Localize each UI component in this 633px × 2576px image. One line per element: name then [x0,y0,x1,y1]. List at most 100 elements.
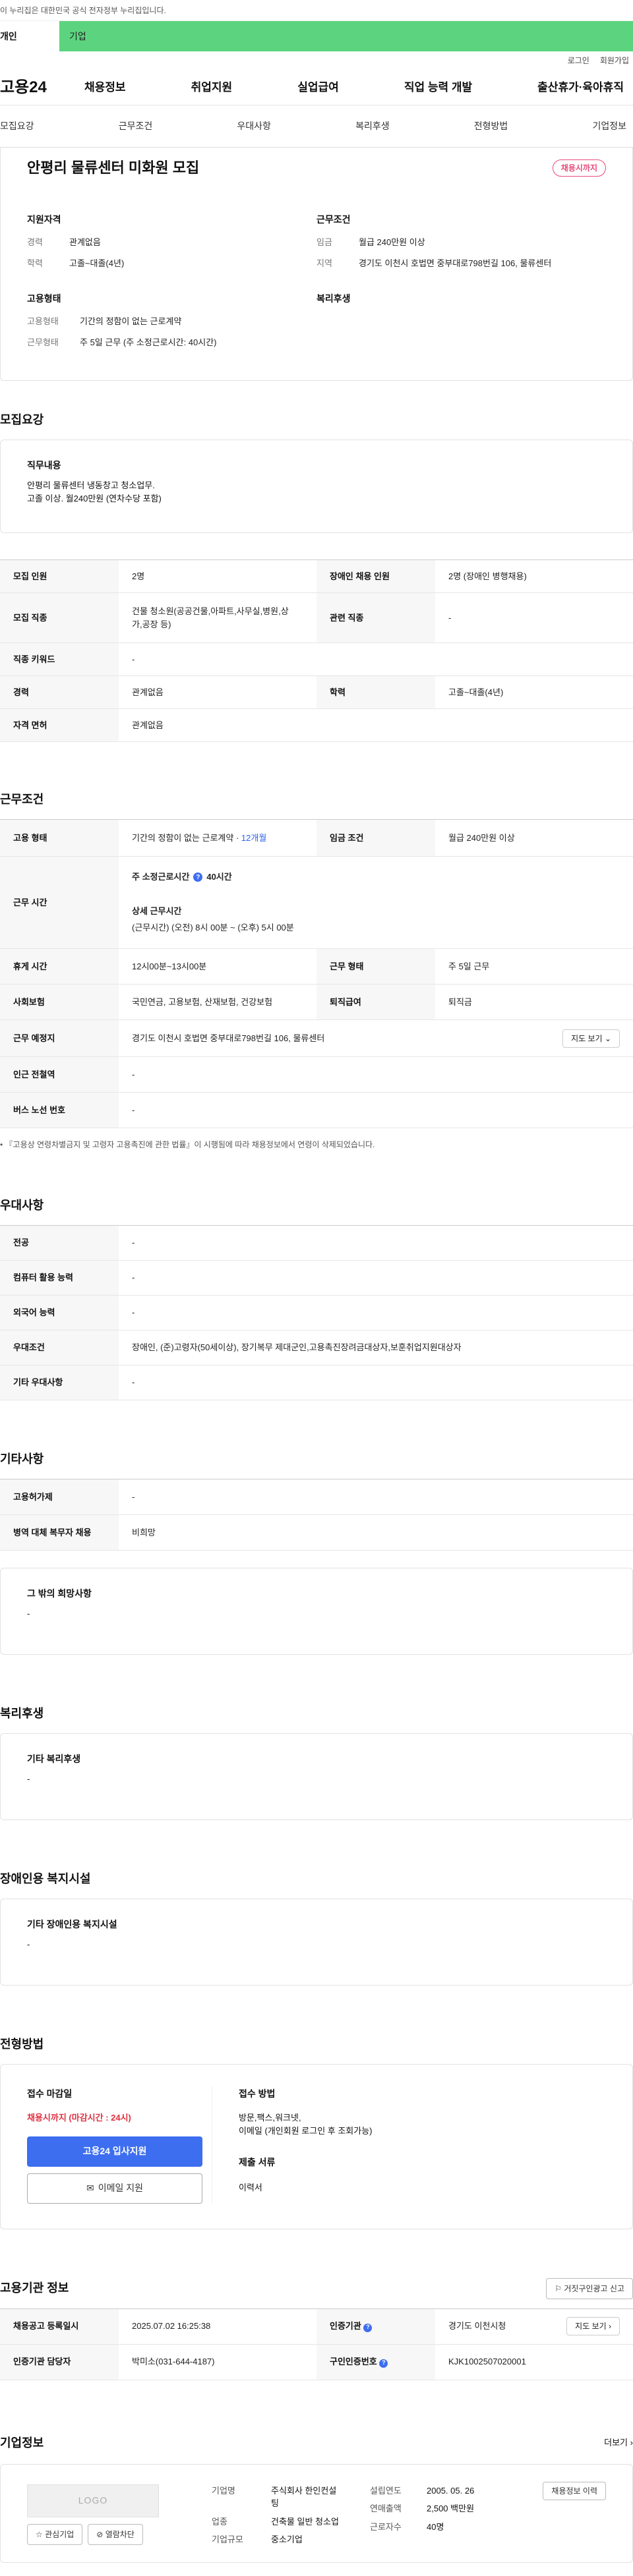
favorite-label: 관심기업 [45,2529,75,2539]
info-icon[interactable]: ? [363,2323,373,2332]
company-title: 기업정보 [0,2436,44,2449]
duty-box: 직무내용 안평리 물류센터 냉동창고 청소업무. 고졸 이상. 월240만원 (… [0,440,633,533]
qual-value: 관계없음 [69,237,101,247]
recruit-section: 모집요강 직무내용 안평리 물류센터 냉동창고 청소업무. 고졸 이상. 월24… [0,411,633,742]
row-label: 장애인 채용 인원 [316,559,435,593]
disabled-title: 장애인용 복지시설 [0,1872,91,1885]
row-value: 퇴직금 [435,984,633,1020]
row-label: 임금 조건 [316,819,435,857]
favorite-button[interactable]: ☆ 관심기업 [27,2523,83,2545]
block-icon: ⊘ [96,2529,104,2539]
info-icon[interactable]: ? [379,2359,388,2368]
apply-button[interactable]: 고용24 입사지원 [27,2136,202,2167]
duty-title: 직무내용 [27,460,61,471]
email-apply-label: 이메일 지원 [98,2183,144,2193]
history-button[interactable]: 채용정보 이력 [543,2481,606,2500]
row-value: - [119,1479,633,1515]
emp-label: 고용형태 [27,316,59,326]
login-link[interactable]: 로그인 [568,55,589,67]
gnb-menu: 채용정보 취업지원 실업급여 직업 능력 개발 출산휴가·육아휴직 [84,79,633,96]
welfare-box: 기타 복리후생 - [0,1733,633,1820]
mail-icon: ✉ [86,2183,94,2193]
top-notice-text: 이 누리집은 대한민국 공식 전자정부 누리집입니다. [0,5,166,15]
row-label: 경력 [0,675,119,709]
tab-pref[interactable]: 우대사항 [237,119,271,133]
info-label: 업종 [212,2516,227,2527]
top-notice-bar: 이 누리집은 대한민국 공식 전자정부 누리집입니다. [0,0,633,21]
gnb-item-jobs[interactable]: 채용정보 [84,79,126,96]
map-button-label: 지도 보기 [571,1033,603,1043]
user-type-tabs: 개인 기업 [0,21,633,51]
row-label: 사회보험 [0,984,119,1020]
welfare-title: 복리후생 [316,293,351,304]
process-section: 전형방법 접수 마감일 채용시까지 (마감시간 : 24시) 고용24 입사지원… [0,2036,633,2229]
signup-link[interactable]: 회원가입 [600,55,629,67]
gnb-item-leave[interactable]: 출산휴가·육아휴직 [537,79,624,96]
row-label: 퇴직급여 [316,984,435,1020]
tab-company[interactable]: 기업 [59,21,633,51]
emp-label: 근무형태 [27,337,59,347]
qual-value: 고졸~대졸(4년) [69,258,125,268]
chevron-right-icon: › [609,2322,611,2331]
chevron-down-icon: ⌄ [604,1033,611,1043]
tab-company-info[interactable]: 기업정보 [592,119,626,133]
info-icon[interactable]: ? [193,873,203,882]
row-value: 주 소정근로시간 ? 40시간 상세 근무시간 (근무시간) (오전) 8시 0… [119,856,633,949]
row-value: 관계없음 [119,708,633,742]
report-icon: ⚐ [555,2283,562,2293]
row-label: 고용 형태 [0,819,119,857]
map-button[interactable]: 지도 보기 ⌄ [562,1029,620,1048]
agency-title: 고용기관 정보 [0,2281,69,2295]
gnb-item-training[interactable]: 직업 능력 개발 [404,79,472,96]
more-link[interactable]: 더보기 › [604,2436,633,2449]
tab-welfare[interactable]: 복리후생 [355,119,390,133]
recruit-table: 모집 인원 2명 장애인 채용 인원 2명 (장애인 병행채용) 모집 직종 건… [0,559,633,742]
row-value: 박미소(031-644-4187) [119,2344,316,2380]
company-info-left: 기업명 주식회사 한인컨설팅 업종 건축물 일반 청소업 기업규모 중소기업 [212,2484,363,2545]
row-value: - [119,1295,633,1331]
tab-work[interactable]: 근무조건 [119,119,153,133]
org-value: 경기도 이천시청 [448,2321,506,2332]
agency-table: 채용공고 등록일시 2025.07.02 16:25:38 인증기관 ? 경기도… [0,2308,633,2380]
report-label: 거짓구인광고 신고 [564,2283,624,2293]
site-logo[interactable]: 고용24 [0,76,84,100]
welfare-section: 복리후생 기타 복리후생 - [0,1705,633,1820]
chevron-right-icon: › [630,2438,633,2448]
row-label: 모집 직종 [0,592,119,643]
row-label: 구인인증번호 ? [316,2344,435,2380]
row-label: 채용공고 등록일시 [0,2308,119,2345]
gnb-item-support[interactable]: 취업지원 [191,79,233,96]
row-value: 경기도 이천시 호법면 중부대로798번길 106, 물류센터 지도 보기 ⌄ [119,1019,633,1057]
row-label: 관련 직종 [316,592,435,643]
detail-hours-title: 상세 근무시간 [132,905,182,916]
row-value: 주 5일 근무 [435,948,633,985]
block-label: 열람차단 [105,2529,135,2539]
deadline-title: 접수 마감일 [27,2088,73,2099]
report-button[interactable]: ⚐ 거짓구인광고 신고 [546,2277,633,2299]
emp-type-value: 기간의 정함이 없는 근로계약 · [132,832,241,843]
row-value: 2명 (장애인 병행채용) [435,559,633,593]
info-value: 2005. 05. 26 [427,2485,475,2496]
tab-personal[interactable]: 개인 [0,21,59,51]
wish-title: 그 밖의 희망사항 [27,1588,92,1599]
agency-map-button[interactable]: 지도 보기 › [566,2317,620,2335]
welfare-box-value: - [27,1774,30,1784]
cond-label: 지역 [316,258,332,268]
emp-value: 주 5일 근무 (주 소정근로시간: 40시간) [80,337,217,347]
process-title: 전형방법 [0,2038,44,2051]
row-label: 고용허가제 [0,1479,119,1515]
info-value: 40명 [427,2521,444,2532]
pref-table: 전공 - 컴퓨터 활용 능력 - 외국어 능력 - 우대조건 장애인, (준)고령자(5… [0,1225,633,1400]
duty-text: 안평리 물류센터 냉동창고 청소업무. [27,480,155,490]
process-card: 접수 마감일 채용시까지 (마감시간 : 24시) 고용24 입사지원 ✉ 이메일… [0,2064,633,2229]
tab-recruit[interactable]: 모집요강 [0,119,34,133]
pref-title: 우대사항 [0,1199,44,1212]
tab-process[interactable]: 전형방법 [474,119,508,133]
block-button[interactable]: ⊘ 열람차단 [88,2523,143,2545]
etc-table: 고용허가제 - 병역 대체 복무자 채용 비희망 [0,1479,633,1551]
gnb-item-unemployment[interactable]: 실업급여 [297,79,339,96]
cond-value: 월급 240만원 이상 [359,237,425,247]
row-value: 건물 청소원(공공건물,아파트,사무실,병원,상가,공장 등) [119,592,316,643]
row-value: 12시00분~13시00분 [119,948,316,985]
email-apply-button[interactable]: ✉ 이메일 지원 [27,2173,202,2204]
